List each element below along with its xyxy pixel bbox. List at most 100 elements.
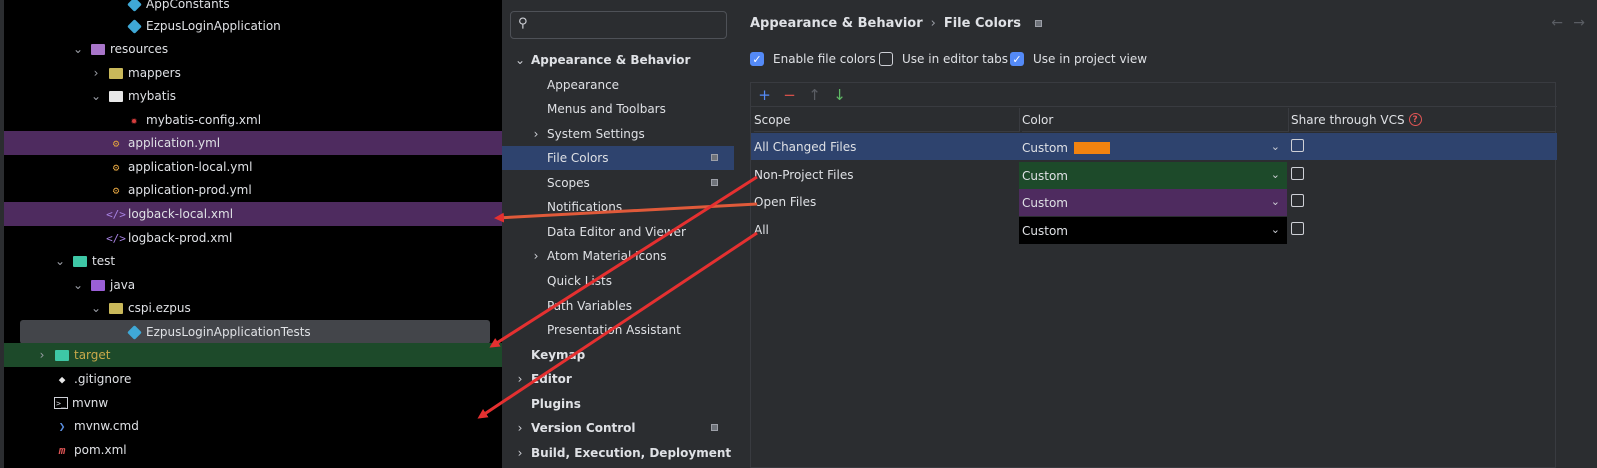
share-checkbox[interactable] xyxy=(1291,194,1304,207)
checkbox-unchecked-icon[interactable] xyxy=(879,52,893,66)
chevron-right-icon[interactable]: › xyxy=(90,66,102,80)
chevron-down-icon[interactable]: ⌄ xyxy=(72,278,84,292)
nav-build-execution-deployment[interactable]: › Build, Execution, Deployment xyxy=(502,441,734,465)
chevron-down-icon[interactable]: ⌄ xyxy=(54,254,66,268)
tree-item[interactable]: ⌄ java xyxy=(4,273,506,297)
tree-item[interactable]: ◆ .gitignore xyxy=(4,367,506,391)
powershell-icon: ❯ xyxy=(58,419,66,433)
color-dropdown[interactable]: Custom ⌄ xyxy=(1019,162,1287,189)
terminal-icon: >_ xyxy=(54,397,68,409)
share-checkbox[interactable] xyxy=(1291,167,1304,180)
share-checkbox[interactable] xyxy=(1291,222,1304,235)
tree-item[interactable]: ⚙ application-prod.yml xyxy=(4,178,506,202)
column-header-scope[interactable]: Scope xyxy=(754,108,1019,132)
nav-editor[interactable]: › Editor xyxy=(502,367,734,391)
tree-item[interactable]: › target xyxy=(4,343,506,367)
nav-atom-material-icons[interactable]: › Atom Material Icons xyxy=(502,244,734,268)
use-in-editor-tabs-checkbox[interactable]: Use in editor tabs xyxy=(879,52,1008,66)
tree-item[interactable]: ⌄ cspi.ezpus xyxy=(4,296,506,320)
table-row[interactable]: All Custom ⌄ xyxy=(751,216,1557,244)
color-dropdown[interactable]: Custom ⌄ xyxy=(1019,134,1287,161)
chevron-down-icon[interactable]: ⌄ xyxy=(1271,168,1280,181)
tree-item[interactable]: </> logback-prod.xml xyxy=(4,226,506,250)
chevron-down-icon[interactable]: ⌄ xyxy=(1271,223,1280,236)
back-arrow-icon[interactable]: ← xyxy=(1551,15,1563,31)
breadcrumb-current: File Colors xyxy=(943,16,1021,31)
tree-item[interactable]: m pom.xml xyxy=(4,438,506,462)
chevron-down-icon[interactable]: ⌄ xyxy=(90,89,102,103)
chevron-right-icon[interactable]: › xyxy=(530,127,542,141)
checkbox-checked-icon[interactable]: ✓ xyxy=(1010,52,1024,66)
table-row[interactable]: Non-Project Files Custom ⌄ xyxy=(751,161,1557,189)
chevron-down-icon[interactable]: ⌄ xyxy=(1271,195,1280,208)
nav-data-editor-viewer[interactable]: Data Editor and Viewer xyxy=(502,220,734,244)
chevron-down-icon[interactable]: ⌄ xyxy=(1271,140,1280,153)
settings-search[interactable]: ⚲ xyxy=(510,11,727,39)
nav-notifications[interactable]: Notifications xyxy=(502,195,734,219)
tree-item-label: pom.xml xyxy=(74,443,127,457)
nav-version-control[interactable]: › Version Control xyxy=(502,416,734,440)
chevron-down-icon[interactable]: ⌄ xyxy=(514,53,526,67)
column-header-color[interactable]: Color xyxy=(1022,108,1288,132)
breadcrumb: Appearance & Behavior › File Colors xyxy=(750,16,1042,31)
tree-item[interactable]: ❯ mvnw.cmd xyxy=(4,414,506,438)
color-dropdown[interactable]: Custom ⌄ xyxy=(1019,217,1287,244)
git-icon: ◆ xyxy=(58,372,66,386)
add-icon[interactable]: + xyxy=(752,86,777,104)
chevron-right-icon[interactable]: › xyxy=(514,372,526,386)
checkbox-checked-icon[interactable]: ✓ xyxy=(750,52,764,66)
tree-item[interactable]: </> logback-local.xml xyxy=(4,202,506,226)
nav-scopes[interactable]: Scopes xyxy=(502,171,734,195)
tree-item-label: mybatis-config.xml xyxy=(146,113,262,127)
nav-plugins[interactable]: Plugins xyxy=(502,392,734,416)
chevron-down-icon[interactable]: ⌄ xyxy=(72,42,84,56)
breadcrumb-parent[interactable]: Appearance & Behavior xyxy=(750,16,923,31)
yaml-icon: ⚙ xyxy=(112,183,120,197)
table-row[interactable]: Open Files Custom ⌄ xyxy=(751,188,1557,216)
tree-item[interactable]: ⌄ mybatis xyxy=(4,84,506,108)
nav-menus-toolbars[interactable]: Menus and Toolbars xyxy=(502,97,734,121)
share-checkbox[interactable] xyxy=(1291,139,1304,152)
chevron-down-icon[interactable]: ⌄ xyxy=(90,301,102,315)
forward-arrow-icon[interactable]: → xyxy=(1573,15,1585,31)
tree-item[interactable]: › mappers xyxy=(4,61,506,85)
move-down-icon[interactable]: ↓ xyxy=(827,86,852,104)
chevron-right-icon[interactable]: › xyxy=(514,421,526,435)
tree-item[interactable]: ⚙ application-local.yml xyxy=(4,155,506,179)
tree-item[interactable]: ⌄ resources xyxy=(4,37,506,61)
nav-file-colors[interactable]: File Colors xyxy=(502,146,734,170)
tree-item[interactable]: ⌄ test xyxy=(4,249,506,273)
tree-item[interactable]: ✹ mybatis-config.xml xyxy=(4,108,506,132)
spring-class-icon xyxy=(126,18,142,34)
xml-icon: </> xyxy=(106,207,126,221)
help-icon[interactable]: ? xyxy=(1408,113,1422,126)
nav-keymap[interactable]: Keymap xyxy=(502,343,734,367)
tree-item[interactable]: ⚙ application.yml xyxy=(4,131,506,155)
search-icon: ⚲ xyxy=(518,16,528,31)
tree-item[interactable]: >_ mvnw xyxy=(4,391,506,415)
project-scope-icon xyxy=(711,424,718,431)
color-dropdown[interactable]: Custom ⌄ xyxy=(1019,189,1287,216)
tree-item-selected[interactable]: EzpusLoginApplicationTests xyxy=(20,320,490,344)
tree-item[interactable]: EzpusLoginApplication xyxy=(4,14,506,38)
nav-path-variables[interactable]: Path Variables xyxy=(502,294,734,318)
nav-quick-lists[interactable]: Quick Lists xyxy=(502,269,734,293)
test-sources-folder-icon xyxy=(90,277,106,293)
nav-appearance-behavior[interactable]: ⌄ Appearance & Behavior xyxy=(502,48,734,72)
package-icon xyxy=(108,300,124,316)
chevron-right-icon[interactable]: › xyxy=(514,446,526,460)
tree-item-label: mvnw xyxy=(72,396,109,410)
settings-panel: Appearance & Behavior › File Colors ← → … xyxy=(734,0,1597,468)
move-up-icon[interactable]: ↑ xyxy=(802,86,827,104)
nav-presentation-assistant[interactable]: Presentation Assistant xyxy=(502,318,734,342)
search-input[interactable] xyxy=(537,15,722,35)
nav-system-settings[interactable]: › System Settings xyxy=(502,122,734,146)
table-row[interactable]: All Changed Files Custom ⌄ xyxy=(751,133,1557,160)
nav-appearance[interactable]: Appearance xyxy=(502,73,734,97)
chevron-right-icon[interactable]: › xyxy=(36,348,48,362)
column-header-share[interactable]: Share through VCS ? xyxy=(1291,108,1555,132)
use-in-project-view-checkbox[interactable]: ✓ Use in project view xyxy=(1010,52,1147,66)
chevron-right-icon[interactable]: › xyxy=(530,249,542,263)
enable-file-colors-checkbox[interactable]: ✓ Enable file colors xyxy=(750,52,876,66)
remove-icon[interactable]: − xyxy=(777,86,802,104)
